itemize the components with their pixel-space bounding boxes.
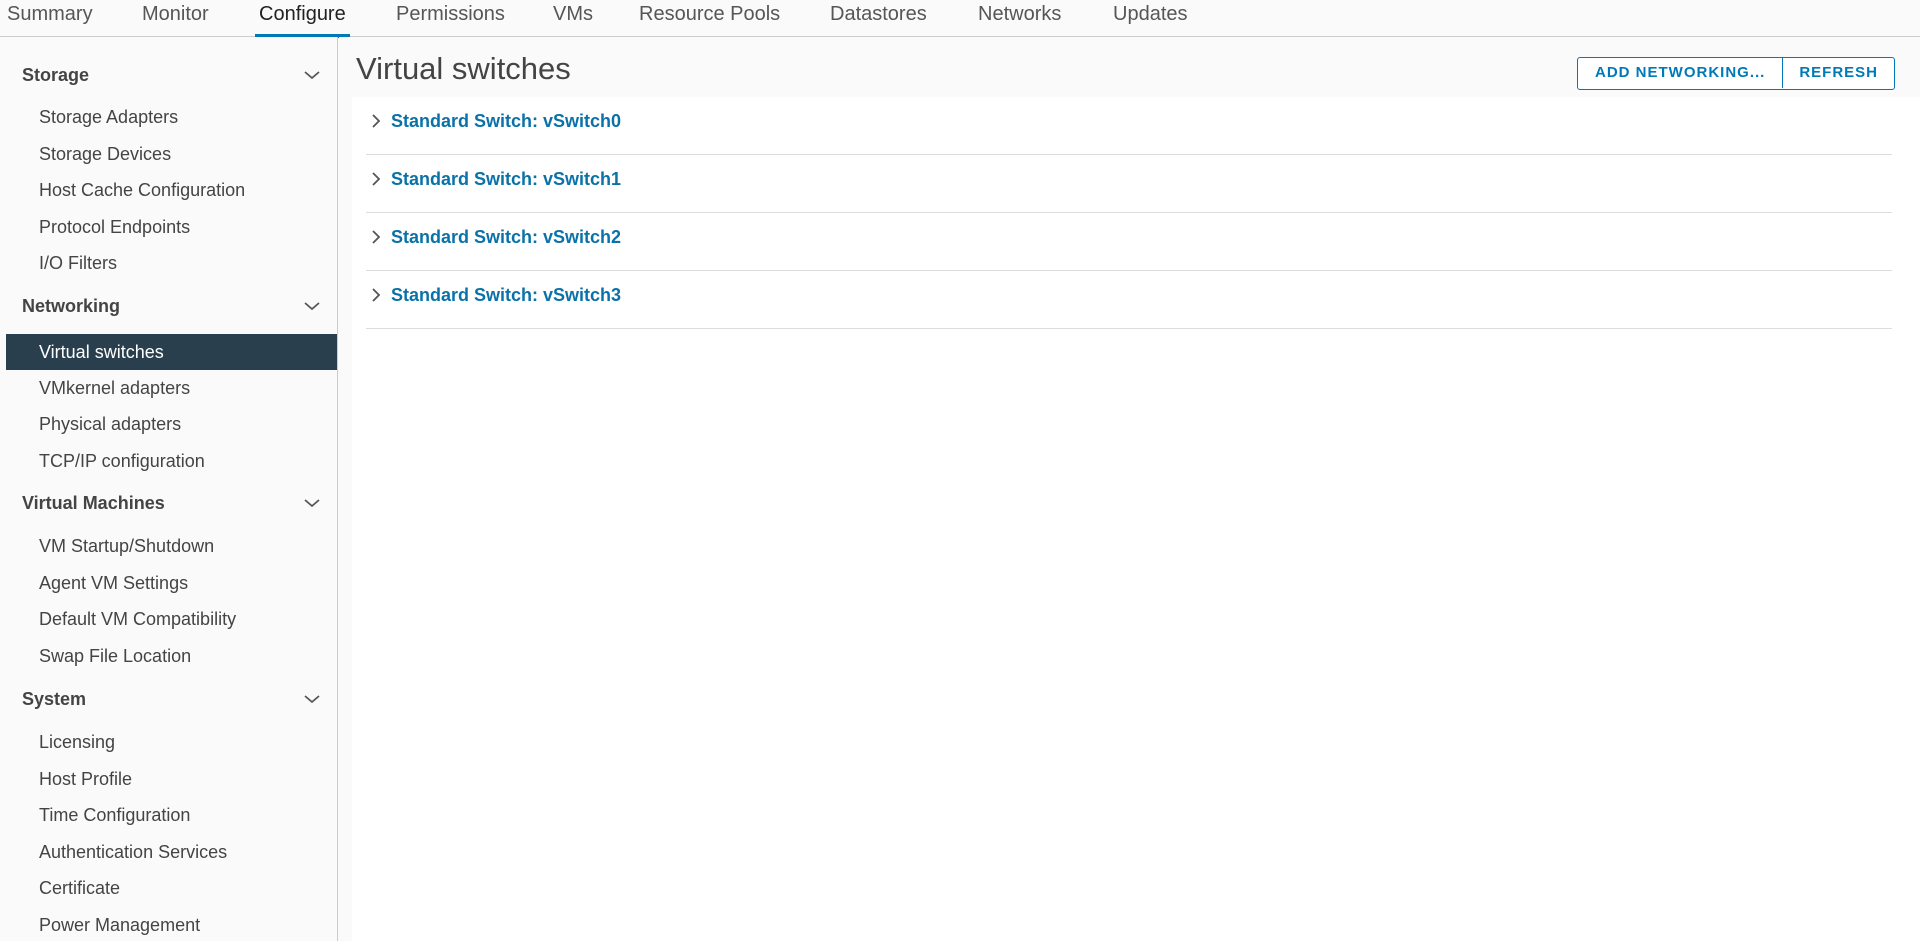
chevron-down-icon — [300, 288, 324, 324]
add-networking-button[interactable]: ADD NETWORKING... — [1578, 58, 1782, 88]
sidebar-item-storage-devices[interactable]: Storage Devices — [6, 136, 337, 172]
sidebar-group-storage[interactable]: Storage — [22, 57, 324, 93]
tab-networks[interactable]: Networks — [978, 0, 1061, 37]
tab-monitor[interactable]: Monitor — [142, 0, 209, 37]
sidebar-item-host-profile[interactable]: Host Profile — [6, 761, 337, 797]
switch-row-vswitch3[interactable]: Standard Switch: vSwitch3 — [366, 271, 1892, 329]
sidebar-item-default-vm-compatibility[interactable]: Default VM Compatibility — [6, 601, 337, 637]
tab-datastores[interactable]: Datastores — [830, 0, 927, 37]
sidebar-item-swap-file-location[interactable]: Swap File Location — [6, 638, 337, 674]
sidebar-item-licensing[interactable]: Licensing — [6, 724, 337, 760]
sidebar-item-agent-vm-settings[interactable]: Agent VM Settings — [6, 565, 337, 601]
action-button-group: ADD NETWORKING... REFRESH — [1577, 57, 1896, 90]
sidebar-group-label: System — [22, 689, 87, 709]
sidebar-group-system[interactable]: System — [22, 681, 324, 717]
sidebar-item-storage-adapters[interactable]: Storage Adapters — [6, 99, 337, 135]
chevron-down-icon — [300, 681, 324, 717]
sidebar-item-virtual-switches[interactable]: Virtual switches — [6, 334, 337, 370]
sidebar-group-networking[interactable]: Networking — [22, 288, 324, 324]
sidebar-item-protocol-endpoints[interactable]: Protocol Endpoints — [6, 209, 337, 245]
sidebar-item-time-configuration[interactable]: Time Configuration — [6, 797, 337, 833]
settings-sidebar: Storage Storage Adapters Storage Devices… — [0, 37, 338, 941]
sidebar-item-certificate[interactable]: Certificate — [6, 870, 337, 906]
sidebar-group-virtual-machines[interactable]: Virtual Machines — [22, 485, 324, 521]
sidebar-group-label: Virtual Machines — [22, 493, 165, 513]
switch-name[interactable]: Standard Switch: vSwitch1 — [391, 155, 621, 203]
sidebar-group-label: Storage — [22, 65, 90, 85]
chevron-down-icon — [300, 57, 324, 93]
switch-row-vswitch2[interactable]: Standard Switch: vSwitch2 — [366, 213, 1892, 271]
tab-vms[interactable]: VMs — [553, 0, 593, 37]
sidebar-item-host-cache-configuration[interactable]: Host Cache Configuration — [6, 172, 337, 208]
switches-panel: Standard Switch: vSwitch0 Standard Switc… — [352, 97, 1920, 941]
sidebar-item-physical-adapters[interactable]: Physical adapters — [6, 406, 337, 442]
top-tab-bar: Summary Monitor Configure Permissions VM… — [0, 0, 1920, 38]
tab-updates[interactable]: Updates — [1113, 0, 1188, 37]
switch-name[interactable]: Standard Switch: vSwitch0 — [391, 97, 621, 145]
sidebar-item-power-management[interactable]: Power Management — [6, 907, 337, 941]
tab-configure[interactable]: Configure — [255, 0, 350, 38]
chevron-right-icon[interactable] — [366, 213, 386, 261]
sidebar-item-tcpip-configuration[interactable]: TCP/IP configuration — [6, 443, 337, 479]
chevron-down-icon — [300, 485, 324, 521]
tab-permissions[interactable]: Permissions — [396, 0, 505, 37]
tab-summary[interactable]: Summary — [7, 0, 93, 37]
sidebar-item-vmkernel-adapters[interactable]: VMkernel adapters — [6, 370, 337, 406]
switch-row-vswitch1[interactable]: Standard Switch: vSwitch1 — [366, 155, 1892, 213]
sidebar-item-authentication-services[interactable]: Authentication Services — [6, 834, 337, 870]
page-title: Virtual switches — [356, 51, 571, 86]
sidebar-group-label: Networking — [22, 296, 121, 316]
switch-name[interactable]: Standard Switch: vSwitch3 — [391, 271, 621, 319]
refresh-button[interactable]: REFRESH — [1782, 58, 1894, 88]
chevron-right-icon[interactable] — [366, 97, 386, 145]
main-content: Virtual switches ADD NETWORKING... REFRE… — [339, 37, 1920, 941]
tab-resource-pools[interactable]: Resource Pools — [639, 0, 780, 37]
sidebar-item-io-filters[interactable]: I/O Filters — [6, 245, 337, 281]
switch-name[interactable]: Standard Switch: vSwitch2 — [391, 213, 621, 261]
switch-row-vswitch0[interactable]: Standard Switch: vSwitch0 — [366, 97, 1892, 155]
chevron-right-icon[interactable] — [366, 155, 386, 203]
chevron-right-icon[interactable] — [366, 271, 386, 319]
sidebar-item-vm-startup-shutdown[interactable]: VM Startup/Shutdown — [6, 528, 337, 564]
